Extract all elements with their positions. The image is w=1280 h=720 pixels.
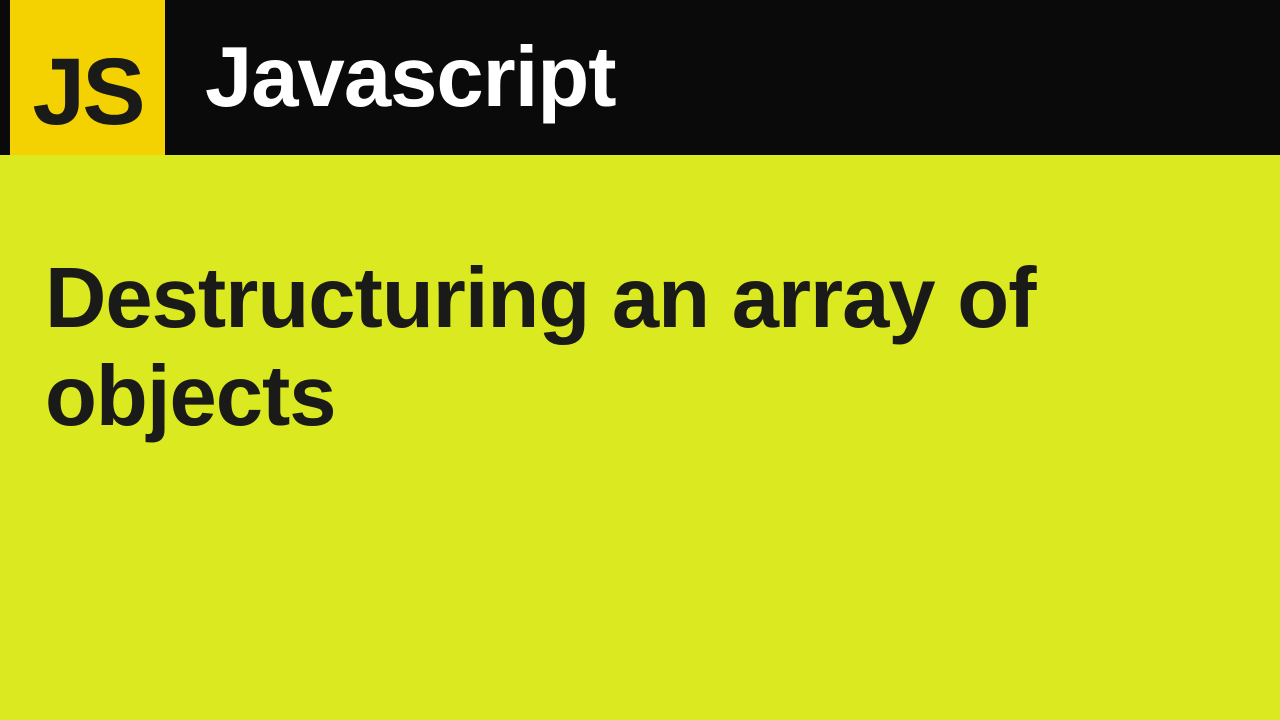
header-title: Javascript [205,29,616,127]
header-bar: JS Javascript [0,0,1280,155]
main-body: Destructuring an array of objects [0,155,1280,720]
main-title: Destructuring an array of objects [45,250,1235,446]
js-logo-icon: JS [10,0,165,155]
js-logo-text: JS [32,38,142,147]
